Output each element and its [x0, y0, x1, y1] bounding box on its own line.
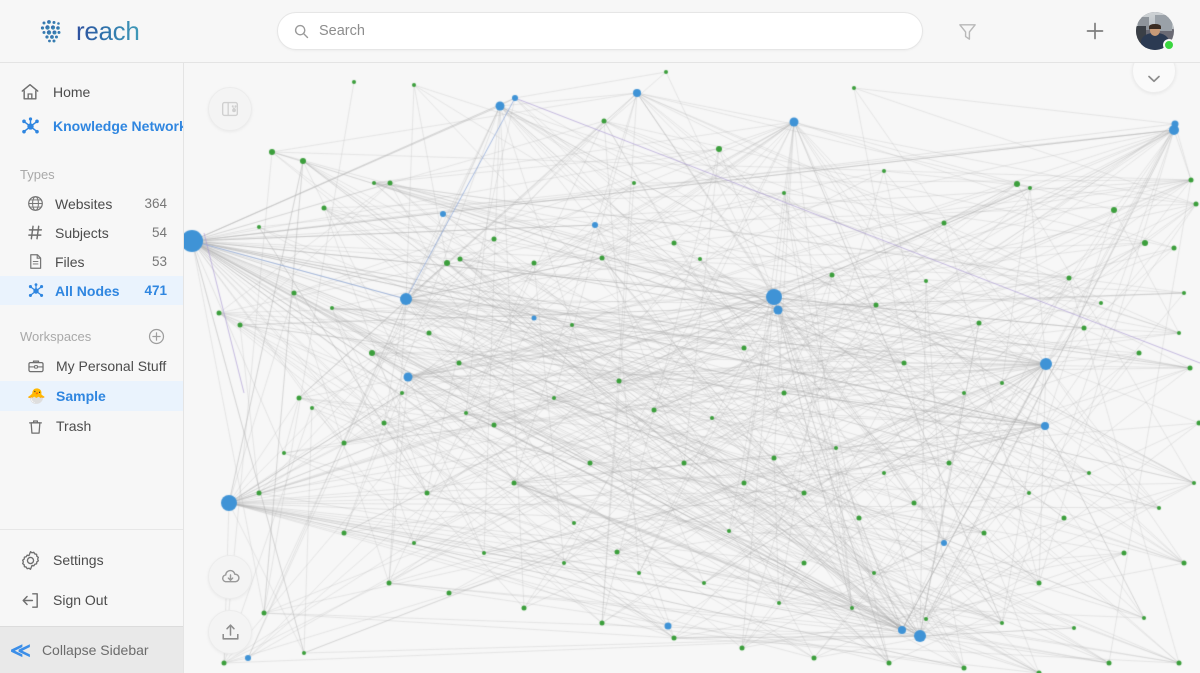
- collapse-sidebar-label: Collapse Sidebar: [41, 642, 149, 658]
- logo-text: reach: [76, 16, 140, 46]
- chevron-down-icon: [1148, 75, 1160, 83]
- panel-layout-icon: [221, 101, 239, 117]
- sidebar-item-files-count: 53: [151, 254, 167, 269]
- sidebar-item-sample-label: Sample: [56, 388, 106, 404]
- sidebar-item-all-nodes[interactable]: All Nodes 471: [0, 276, 183, 305]
- sidebar-item-settings-label: Settings: [53, 552, 104, 568]
- sidebar-item-home[interactable]: Home: [0, 75, 183, 109]
- sidebar-item-sample[interactable]: 🐣 Sample: [0, 381, 183, 411]
- sidebar-item-my-personal-stuff-label: My Personal Stuff: [56, 358, 167, 374]
- types-header-label: Types: [20, 166, 55, 182]
- sidebar-item-subjects-count: 54: [151, 225, 167, 240]
- plus-icon: [1086, 22, 1104, 40]
- search-input[interactable]: [319, 23, 906, 39]
- upload-button[interactable]: [208, 610, 252, 654]
- briefcase-icon: [27, 357, 51, 375]
- sign-out-icon: [20, 590, 46, 611]
- sidebar-item-knowledge-network[interactable]: Knowledge Network: [0, 109, 183, 143]
- status-badge: [1163, 39, 1175, 51]
- filter-button[interactable]: [948, 12, 986, 50]
- hash-icon: [27, 224, 49, 241]
- filter-icon: [958, 23, 976, 40]
- sidebar: Home Knowledge Network Types Websites 36…: [0, 63, 184, 673]
- graph-nodes-layer[interactable]: [184, 63, 1200, 673]
- search-box[interactable]: [277, 12, 923, 50]
- knowledge-graph-canvas[interactable]: [184, 63, 1200, 673]
- globe-icon: [27, 195, 49, 212]
- sidebar-item-trash[interactable]: Trash: [0, 411, 183, 441]
- plus-circle-icon: [148, 328, 165, 344]
- sidebar-item-subjects-label: Subjects: [55, 224, 109, 241]
- sidebar-item-my-personal-stuff[interactable]: My Personal Stuff: [0, 351, 183, 381]
- sidebar-item-websites[interactable]: Websites 364: [0, 189, 183, 218]
- search-container: [277, 12, 923, 50]
- panel-toggle-button[interactable]: [208, 87, 252, 131]
- home-icon: [20, 82, 46, 102]
- avatar[interactable]: [1136, 12, 1175, 51]
- sidebar-item-home-label: Home: [53, 84, 91, 100]
- sidebar-item-all-nodes-count: 471: [144, 283, 167, 298]
- workspaces-section-header: Workspaces: [0, 321, 183, 351]
- sidebar-item-all-nodes-label: All Nodes: [55, 282, 120, 299]
- collapse-sidebar-button[interactable]: ≪ Collapse Sidebar: [0, 626, 183, 673]
- sidebar-item-trash-label: Trash: [56, 418, 92, 434]
- network-icon: [27, 282, 49, 300]
- network-icon: [20, 116, 46, 137]
- add-button[interactable]: [1076, 12, 1114, 50]
- chick-emoji-icon: 🐣: [27, 387, 46, 405]
- app-logo[interactable]: reach: [0, 16, 185, 46]
- double-chevron-left-icon: ≪: [10, 639, 31, 662]
- top-bar-actions: [948, 12, 1200, 51]
- download-button[interactable]: [208, 555, 252, 599]
- sidebar-item-subjects[interactable]: Subjects 54: [0, 218, 183, 247]
- cloud-download-icon: [221, 569, 240, 582]
- sidebar-item-knowledge-network-label: Knowledge Network: [53, 118, 183, 134]
- sidebar-item-websites-label: Websites: [55, 195, 113, 212]
- sidebar-scroll: Home Knowledge Network Types Websites 36…: [0, 63, 183, 529]
- search-icon: [294, 24, 309, 38]
- body: Home Knowledge Network Types Websites 36…: [0, 63, 1200, 673]
- sidebar-item-files-label: Files: [55, 253, 85, 270]
- sidebar-item-settings[interactable]: Settings: [0, 540, 183, 580]
- sidebar-item-sign-out[interactable]: Sign Out: [0, 580, 183, 620]
- upload-icon: [221, 623, 239, 640]
- sidebar-item-websites-count: 364: [144, 196, 167, 211]
- add-workspace-button[interactable]: [148, 328, 165, 345]
- gear-icon: [20, 550, 46, 571]
- types-section-header: Types: [0, 159, 183, 189]
- file-icon: [27, 253, 49, 270]
- workspaces-header-label: Workspaces: [20, 328, 92, 344]
- top-bar: reach: [0, 0, 1200, 63]
- trash-icon: [27, 418, 51, 435]
- sidebar-item-files[interactable]: Files 53: [0, 247, 183, 276]
- sidebar-bottom-nav: Settings Sign Out: [0, 529, 183, 626]
- sidebar-item-sign-out-label: Sign Out: [53, 592, 108, 608]
- app-root: reach Search Home Knowledge Network Type…: [0, 0, 1200, 673]
- logo-dots-icon: [40, 20, 61, 43]
